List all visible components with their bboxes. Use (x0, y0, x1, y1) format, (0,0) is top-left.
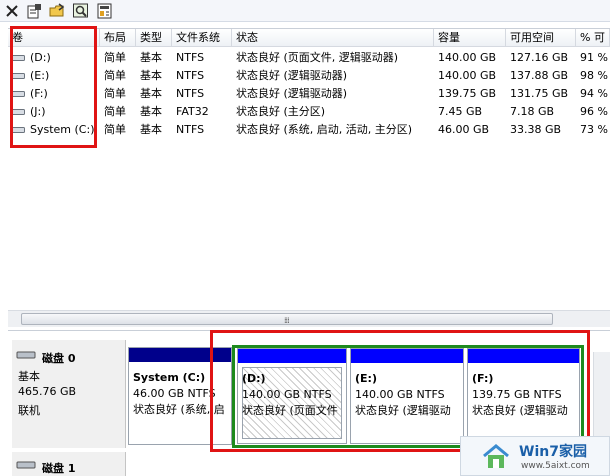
volume-highlight-box (10, 26, 97, 148)
cell-filesystem: FAT32 (176, 105, 209, 118)
cell-layout: 简单 (104, 87, 126, 100)
table-row[interactable]: (F:) 简单 基本 NTFS 状态良好 (逻辑驱动器) 139.75 GB 1… (8, 85, 610, 103)
horizontal-scrollbar[interactable]: ⁞⁞⁞ (8, 310, 610, 327)
table-row[interactable]: (D:) 简单 基本 NTFS 状态良好 (页面文件, 逻辑驱动器) 140.0… (8, 49, 610, 67)
table-row[interactable]: (E:) 简单 基本 NTFS 状态良好 (逻辑驱动器) 140.00 GB 1… (8, 67, 610, 85)
cell-status: 状态良好 (逻辑驱动器) (236, 87, 348, 100)
open-folder-icon[interactable] (48, 2, 66, 20)
disk-0-label[interactable]: 磁盘 0 基本 465.76 GB 联机 (12, 340, 126, 448)
cell-type: 基本 (140, 51, 162, 64)
disk-icon (16, 461, 36, 469)
cell-layout: 简单 (104, 51, 126, 64)
disk-icon (16, 351, 36, 359)
cell-filesystem: NTFS (176, 123, 205, 136)
help-icon[interactable] (96, 2, 114, 20)
watermark: Win7家园 www.5aixt.com (460, 436, 610, 476)
scrollbar-grip: ⁞⁞⁞ (284, 316, 290, 325)
scrollbar-thumb[interactable]: ⁞⁞⁞ (21, 313, 553, 325)
search-icon[interactable] (72, 2, 90, 20)
cell-free-space: 137.88 GB (510, 69, 569, 82)
watermark-url: www.5aixt.com (521, 461, 590, 471)
cell-free-space: 131.75 GB (510, 87, 569, 100)
col-percent-free[interactable]: % 可 (576, 29, 610, 47)
col-filesystem[interactable]: 文件系统 (172, 29, 232, 47)
disk-name: 磁盘 1 (42, 462, 76, 475)
vertical-scrollbar[interactable] (593, 352, 610, 444)
cell-free-space: 7.18 GB (510, 105, 555, 118)
cell-capacity: 140.00 GB (438, 51, 497, 64)
toolbar (0, 0, 610, 22)
properties-icon[interactable] (25, 2, 43, 20)
cell-status: 状态良好 (逻辑驱动器) (236, 69, 348, 82)
cell-type: 基本 (140, 87, 162, 100)
partitions-highlight-box (210, 330, 590, 452)
col-capacity[interactable]: 容量 (434, 29, 506, 47)
cell-capacity: 46.00 GB (438, 123, 490, 136)
cell-percent-free: 96 % (580, 105, 608, 118)
cell-type: 基本 (140, 69, 162, 82)
col-type[interactable]: 类型 (136, 29, 172, 47)
cell-layout: 简单 (104, 69, 126, 82)
col-layout[interactable]: 布局 (100, 29, 136, 47)
cell-percent-free: 91 % (580, 51, 608, 64)
cell-status: 状态良好 (系统, 启动, 活动, 主分区) (236, 123, 413, 136)
cell-capacity: 139.75 GB (438, 87, 497, 100)
volume-list: 卷 布局 类型 文件系统 状态 容量 可用空间 % 可 (D:) 简单 基本 N… (8, 28, 610, 310)
table-row[interactable]: System (C:) 简单 基本 NTFS 状态良好 (系统, 启动, 活动,… (8, 121, 610, 139)
house-logo-icon (483, 444, 509, 468)
cell-type: 基本 (140, 123, 162, 136)
disk-kind: 基本 (18, 370, 40, 383)
disk-1-label[interactable]: 磁盘 1 (12, 452, 126, 476)
watermark-title: Win7家园 (519, 444, 587, 460)
cell-capacity: 7.45 GB (438, 105, 483, 118)
cell-layout: 简单 (104, 123, 126, 136)
cell-status: 状态良好 (主分区) (236, 105, 326, 118)
cell-filesystem: NTFS (176, 51, 205, 64)
table-row[interactable]: (J:) 简单 基本 FAT32 状态良好 (主分区) 7.45 GB 7.18… (8, 103, 610, 121)
cell-capacity: 140.00 GB (438, 69, 497, 82)
close-icon[interactable] (3, 2, 21, 20)
cell-free-space: 127.16 GB (510, 51, 569, 64)
cell-percent-free: 98 % (580, 69, 608, 82)
cell-percent-free: 94 % (580, 87, 608, 100)
cell-filesystem: NTFS (176, 69, 205, 82)
cell-percent-free: 73 % (580, 123, 608, 136)
disk-name: 磁盘 0 (42, 352, 76, 365)
disk-state: 联机 (18, 404, 40, 417)
cell-layout: 简单 (104, 105, 126, 118)
col-status[interactable]: 状态 (232, 29, 434, 47)
cell-free-space: 33.38 GB (510, 123, 562, 136)
col-free-space[interactable]: 可用空间 (506, 29, 576, 47)
cell-status: 状态良好 (页面文件, 逻辑驱动器) (236, 51, 399, 64)
disk-size: 465.76 GB (18, 385, 77, 398)
volume-list-header: 卷 布局 类型 文件系统 状态 容量 可用空间 % 可 (8, 29, 610, 47)
cell-type: 基本 (140, 105, 162, 118)
cell-filesystem: NTFS (176, 87, 205, 100)
